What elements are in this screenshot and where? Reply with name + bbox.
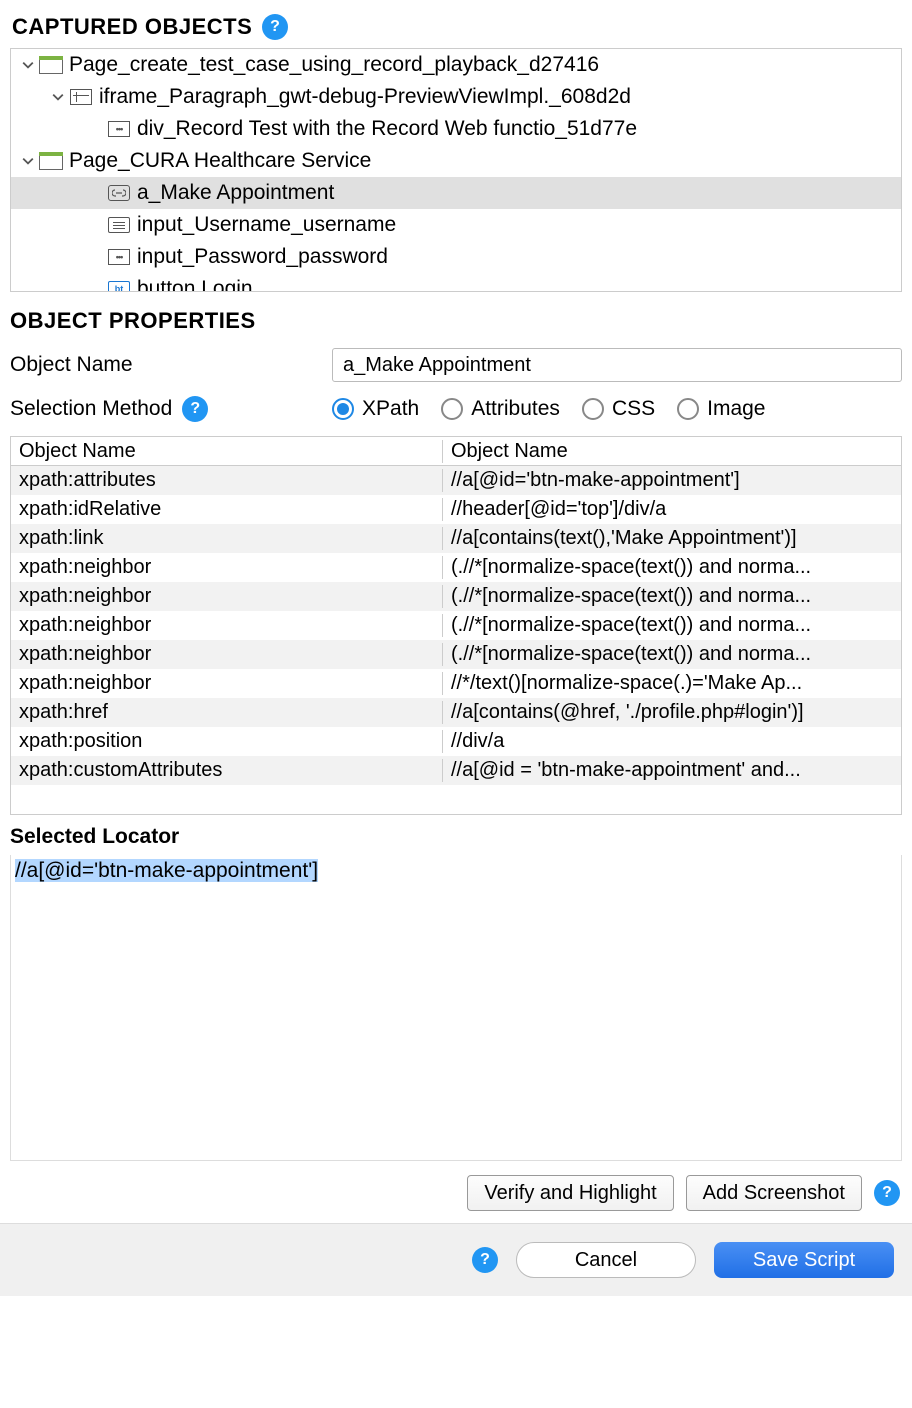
radio-icon	[677, 398, 699, 420]
selection-method-radios: XPath Attributes CSS Image	[332, 397, 766, 421]
object-name-label: Object Name	[10, 353, 332, 377]
radio-attributes[interactable]: Attributes	[441, 397, 560, 421]
table-row[interactable]: xpath:idRelative//header[@id='top']/div/…	[11, 495, 901, 524]
locator-value: (.//*[normalize-space(text()) and norma.…	[443, 556, 901, 579]
verify-highlight-button[interactable]: Verify and Highlight	[467, 1175, 673, 1211]
radio-icon	[332, 398, 354, 420]
locator-table: Object Name Object Name xpath:attributes…	[10, 436, 902, 815]
cancel-button[interactable]: Cancel	[516, 1242, 696, 1278]
radio-xpath[interactable]: XPath	[332, 397, 419, 421]
help-icon[interactable]: ?	[874, 1180, 900, 1206]
tree-node-label: input_Username_username	[137, 213, 396, 237]
locator-name: xpath:link	[11, 527, 443, 550]
selected-locator-label: Selected Locator	[10, 825, 902, 849]
tree-node[interactable]: Page_CURA Healthcare Service	[11, 145, 901, 177]
selected-locator-textarea[interactable]: //a[@id='btn-make-appointment']	[10, 855, 902, 1161]
locator-name: xpath:customAttributes	[11, 759, 443, 782]
chevron-down-icon[interactable]	[49, 91, 67, 103]
table-row[interactable]: xpath:neighbor(.//*[normalize-space(text…	[11, 640, 901, 669]
locator-value: //a[contains(@href, './profile.php#login…	[443, 701, 901, 724]
locator-value: //*/text()[normalize-space(.)='Make Ap..…	[443, 672, 901, 695]
locator-name: xpath:attributes	[11, 469, 443, 492]
help-icon[interactable]: ?	[182, 396, 208, 422]
radio-icon	[441, 398, 463, 420]
table-header-col1[interactable]: Object Name	[11, 440, 443, 463]
tree-node-label: iframe_Paragraph_gwt-debug-PreviewViewIm…	[99, 85, 631, 109]
table-row[interactable]: xpath:attributes//a[@id='btn-make-appoin…	[11, 466, 901, 495]
tree-node-label: div_Record Test with the Record Web func…	[137, 117, 637, 141]
locator-value: (.//*[normalize-space(text()) and norma.…	[443, 643, 901, 666]
table-row[interactable]: xpath:neighbor(.//*[normalize-space(text…	[11, 553, 901, 582]
chevron-down-icon[interactable]	[19, 59, 37, 71]
tree-node[interactable]: input_Username_username	[11, 209, 901, 241]
captured-objects-header: CAPTURED OBJECTS ?	[0, 0, 912, 48]
table-row[interactable]: xpath:customAttributes//a[@id = 'btn-mak…	[11, 756, 901, 785]
save-script-button[interactable]: Save Script	[714, 1242, 894, 1278]
locator-value: (.//*[normalize-space(text()) and norma.…	[443, 614, 901, 637]
tree-node[interactable]: •••input_Password_password	[11, 241, 901, 273]
table-header-col2[interactable]: Object Name	[443, 440, 901, 463]
locator-name: xpath:neighbor	[11, 585, 443, 608]
tree-node[interactable]: btbutton Login	[11, 273, 901, 292]
radio-image[interactable]: Image	[677, 397, 765, 421]
tree-node-label: a_Make Appointment	[137, 181, 334, 205]
locator-name: xpath:neighbor	[11, 614, 443, 637]
tree-node-label: Page_create_test_case_using_record_playb…	[69, 53, 599, 77]
selection-method-label: Selection Method ?	[10, 396, 332, 422]
locator-name: xpath:position	[11, 730, 443, 753]
tree-node-label: button Login	[137, 277, 253, 292]
selected-locator-value: //a[@id='btn-make-appointment']	[15, 859, 318, 882]
table-row[interactable]: xpath:neighbor(.//*[normalize-space(text…	[11, 611, 901, 640]
locator-name: xpath:neighbor	[11, 556, 443, 579]
locator-name: xpath:neighbor	[11, 672, 443, 695]
tree-node[interactable]: a_Make Appointment	[11, 177, 901, 209]
locator-value: //header[@id='top']/div/a	[443, 498, 901, 521]
locator-name: xpath:href	[11, 701, 443, 724]
table-row[interactable]: xpath:neighbor//*/text()[normalize-space…	[11, 669, 901, 698]
table-header: Object Name Object Name	[11, 437, 901, 466]
locator-name: xpath:neighbor	[11, 643, 443, 666]
table-row[interactable]: xpath:link//a[contains(text(),'Make Appo…	[11, 524, 901, 553]
locator-value: //a[@id = 'btn-make-appointment' and...	[443, 759, 901, 782]
table-row[interactable]: xpath:position//div/a	[11, 727, 901, 756]
locator-name: xpath:idRelative	[11, 498, 443, 521]
table-row[interactable]: xpath:href//a[contains(@href, './profile…	[11, 698, 901, 727]
tree-node-label: Page_CURA Healthcare Service	[69, 149, 371, 173]
tree-node[interactable]: iframe_Paragraph_gwt-debug-PreviewViewIm…	[11, 81, 901, 113]
locator-value: //div/a	[443, 730, 901, 753]
add-screenshot-button[interactable]: Add Screenshot	[686, 1175, 862, 1211]
locator-value: //a[contains(text(),'Make Appointment')]	[443, 527, 901, 550]
tree-node[interactable]: •••div_Record Test with the Record Web f…	[11, 113, 901, 145]
tree-node-label: input_Password_password	[137, 245, 388, 269]
chevron-down-icon[interactable]	[19, 155, 37, 167]
object-properties-title: OBJECT PROPERTIES	[10, 308, 902, 334]
locator-value: //a[@id='btn-make-appointment']	[443, 469, 901, 492]
radio-icon	[582, 398, 604, 420]
footer-bar: ? Cancel Save Script	[0, 1223, 912, 1296]
help-icon[interactable]: ?	[472, 1247, 498, 1273]
object-name-input[interactable]	[332, 348, 902, 382]
table-empty-row	[11, 785, 901, 814]
help-icon[interactable]: ?	[262, 14, 288, 40]
locator-value: (.//*[normalize-space(text()) and norma.…	[443, 585, 901, 608]
radio-css[interactable]: CSS	[582, 397, 655, 421]
captured-objects-title: CAPTURED OBJECTS	[12, 14, 252, 40]
tree-node[interactable]: Page_create_test_case_using_record_playb…	[11, 49, 901, 81]
table-row[interactable]: xpath:neighbor(.//*[normalize-space(text…	[11, 582, 901, 611]
captured-objects-tree[interactable]: Page_create_test_case_using_record_playb…	[10, 48, 902, 292]
